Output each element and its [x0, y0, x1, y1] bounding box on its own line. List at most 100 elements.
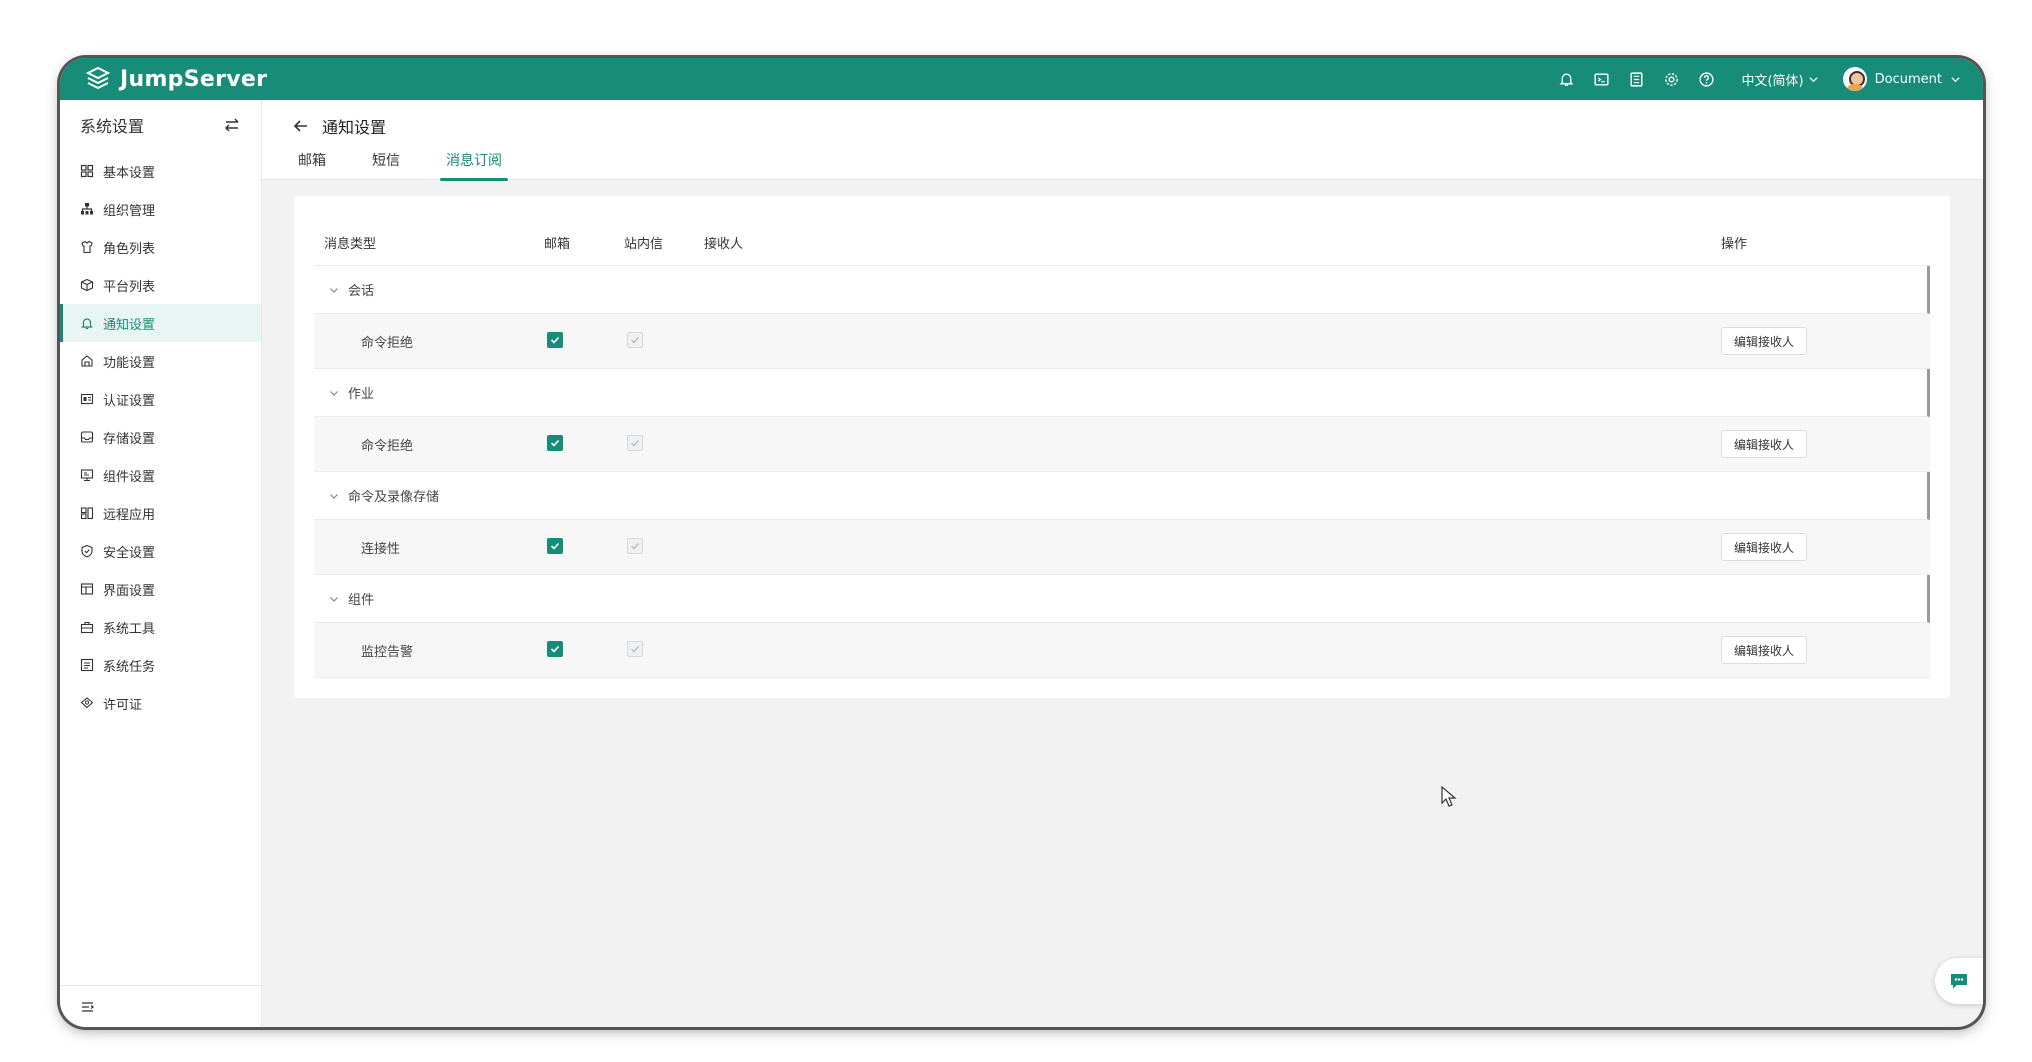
edit-receivers-button[interactable]: 编辑接收人	[1721, 327, 1808, 355]
user-menu[interactable]: Document	[1842, 67, 1961, 91]
sidebar-item-storage-settings[interactable]: 存储设置	[60, 418, 261, 456]
sidebar-item-label: 角色列表	[103, 241, 156, 257]
sidebar-item-notification-settings[interactable]: 通知设置	[60, 304, 261, 342]
group-row-component[interactable]: 组件	[314, 575, 1930, 623]
sidebar-item-label: 界面设置	[103, 583, 156, 599]
sidebar-item-remote-apps[interactable]: 远程应用	[60, 494, 261, 532]
message-type-name: 命令拒绝	[361, 438, 414, 454]
logo[interactable]: JumpServer	[84, 65, 267, 93]
tab-message-subscription[interactable]: 消息订阅	[440, 150, 508, 181]
id-card-icon	[80, 392, 94, 406]
terminal-icon[interactable]	[1593, 71, 1610, 88]
language-label: 中文(简体)	[1741, 73, 1804, 89]
sidebar-item-label: 认证设置	[103, 393, 156, 409]
sidebar-item-component-settings[interactable]: 组件设置	[60, 456, 261, 494]
table-header: 消息类型 邮箱 站内信 接收人 操作	[314, 220, 1930, 266]
sidebar-item-org-management[interactable]: 组织管理	[60, 190, 261, 228]
header-message-type: 消息类型	[324, 237, 377, 252]
sidebar-item-system-tools[interactable]: 系统工具	[60, 608, 261, 646]
tab-sms[interactable]: 短信	[372, 150, 408, 180]
collapse-menu-icon[interactable]	[80, 999, 96, 1015]
message-type-name: 监控告警	[361, 644, 414, 660]
interface-icon	[80, 582, 94, 596]
message-type-name: 命令拒绝	[361, 335, 414, 351]
back-arrow-icon[interactable]	[292, 117, 310, 135]
email-checkbox[interactable]	[547, 538, 563, 554]
sidebar-item-label: 组织管理	[103, 203, 156, 219]
email-checkbox[interactable]	[547, 641, 563, 657]
cube-icon	[80, 278, 94, 292]
top-bar: JumpServer 中文(简体) Document	[60, 58, 1983, 100]
sidebar-item-label: 系统工具	[103, 621, 156, 637]
org-tree-icon	[80, 202, 94, 216]
sidebar-item-feature-settings[interactable]: 功能设置	[60, 342, 261, 380]
header-actions: 操作	[1721, 237, 1748, 252]
sidebar-item-auth-settings[interactable]: 认证设置	[60, 380, 261, 418]
sidebar-item-label: 许可证	[103, 697, 143, 713]
jumpserver-logo-icon	[85, 66, 111, 90]
site-message-checkbox	[627, 435, 643, 451]
user-name: Document	[1874, 71, 1942, 87]
storage-icon	[80, 430, 94, 444]
sidebar-item-label: 系统任务	[103, 659, 156, 675]
language-selector[interactable]: 中文(简体)	[1741, 70, 1818, 89]
sidebar-header: 系统设置	[60, 100, 261, 150]
switch-view-icon[interactable]	[223, 116, 241, 134]
header-site-message: 站内信	[624, 237, 664, 252]
sidebar-item-label: 通知设置	[103, 317, 156, 333]
group-row-session[interactable]: 会话	[314, 266, 1930, 314]
edit-receivers-button[interactable]: 编辑接收人	[1721, 636, 1808, 664]
tab-email[interactable]: 邮箱	[298, 150, 334, 180]
sidebar-item-label: 功能设置	[103, 355, 156, 371]
edit-receivers-button[interactable]: 编辑接收人	[1721, 430, 1808, 458]
chevron-down-icon	[330, 287, 338, 293]
license-icon	[80, 696, 94, 710]
shield-icon	[80, 544, 94, 558]
sidebar-title: 系统设置	[80, 117, 145, 136]
content-header: 通知设置 邮箱 短信 消息订阅	[262, 100, 1983, 181]
table-row: 命令拒绝 编辑接收人	[314, 417, 1930, 472]
top-right-tools: 中文(简体) Document	[1558, 67, 1961, 91]
sidebar-item-platform-list[interactable]: 平台列表	[60, 266, 261, 304]
component-icon	[80, 468, 94, 482]
table-row: 监控告警 编辑接收人	[314, 623, 1930, 678]
grid-icon	[80, 164, 94, 178]
sidebar-item-basic-settings[interactable]: 基本设置	[60, 152, 261, 190]
sidebar-item-license[interactable]: 许可证	[60, 684, 261, 722]
feature-icon	[80, 354, 94, 368]
sidebar: 系统设置 基本设置 组织管理 角色列表 平台列表 通知设置 功能设置 认证设置 …	[60, 100, 262, 1027]
chevron-down-icon	[330, 390, 338, 396]
help-icon[interactable]	[1698, 71, 1715, 88]
app-window: JumpServer 中文(简体) Document 系统设置 基本设置 组织管…	[60, 58, 1983, 1027]
chevron-down-icon	[330, 493, 338, 499]
site-message-checkbox	[627, 332, 643, 348]
logo-text: JumpServer	[120, 66, 268, 92]
sidebar-item-system-tasks[interactable]: 系统任务	[60, 646, 261, 684]
avatar	[1842, 67, 1867, 91]
group-name: 组件	[348, 593, 375, 608]
document-icon[interactable]	[1628, 71, 1645, 88]
chat-assistant-button[interactable]	[1935, 958, 1983, 1004]
email-checkbox[interactable]	[547, 332, 563, 348]
group-row-job[interactable]: 作业	[314, 369, 1930, 417]
sidebar-item-label: 组件设置	[103, 469, 156, 485]
task-icon	[80, 658, 94, 672]
tab-bar: 邮箱 短信 消息订阅	[298, 150, 546, 181]
toolbox-icon	[80, 620, 94, 634]
sidebar-item-label: 平台列表	[103, 279, 156, 295]
sidebar-item-security-settings[interactable]: 安全设置	[60, 532, 261, 570]
edit-receivers-button[interactable]: 编辑接收人	[1721, 533, 1808, 561]
subscription-card: 消息类型 邮箱 站内信 接收人 操作 会话 命令拒绝 编辑接收人 作业 命令拒绝…	[294, 196, 1950, 698]
remote-app-icon	[80, 506, 94, 520]
role-icon	[80, 240, 94, 254]
sidebar-item-interface-settings[interactable]: 界面设置	[60, 570, 261, 608]
chevron-down-icon	[330, 596, 338, 602]
table-row: 命令拒绝 编辑接收人	[314, 314, 1930, 369]
sidebar-item-role-list[interactable]: 角色列表	[60, 228, 261, 266]
group-name: 作业	[348, 387, 375, 402]
bell-icon[interactable]	[1558, 71, 1575, 88]
gear-icon[interactable]	[1663, 71, 1680, 88]
email-checkbox[interactable]	[547, 435, 563, 451]
group-row-command-recording-storage[interactable]: 命令及录像存储	[314, 472, 1930, 520]
sidebar-item-label: 安全设置	[103, 545, 156, 561]
